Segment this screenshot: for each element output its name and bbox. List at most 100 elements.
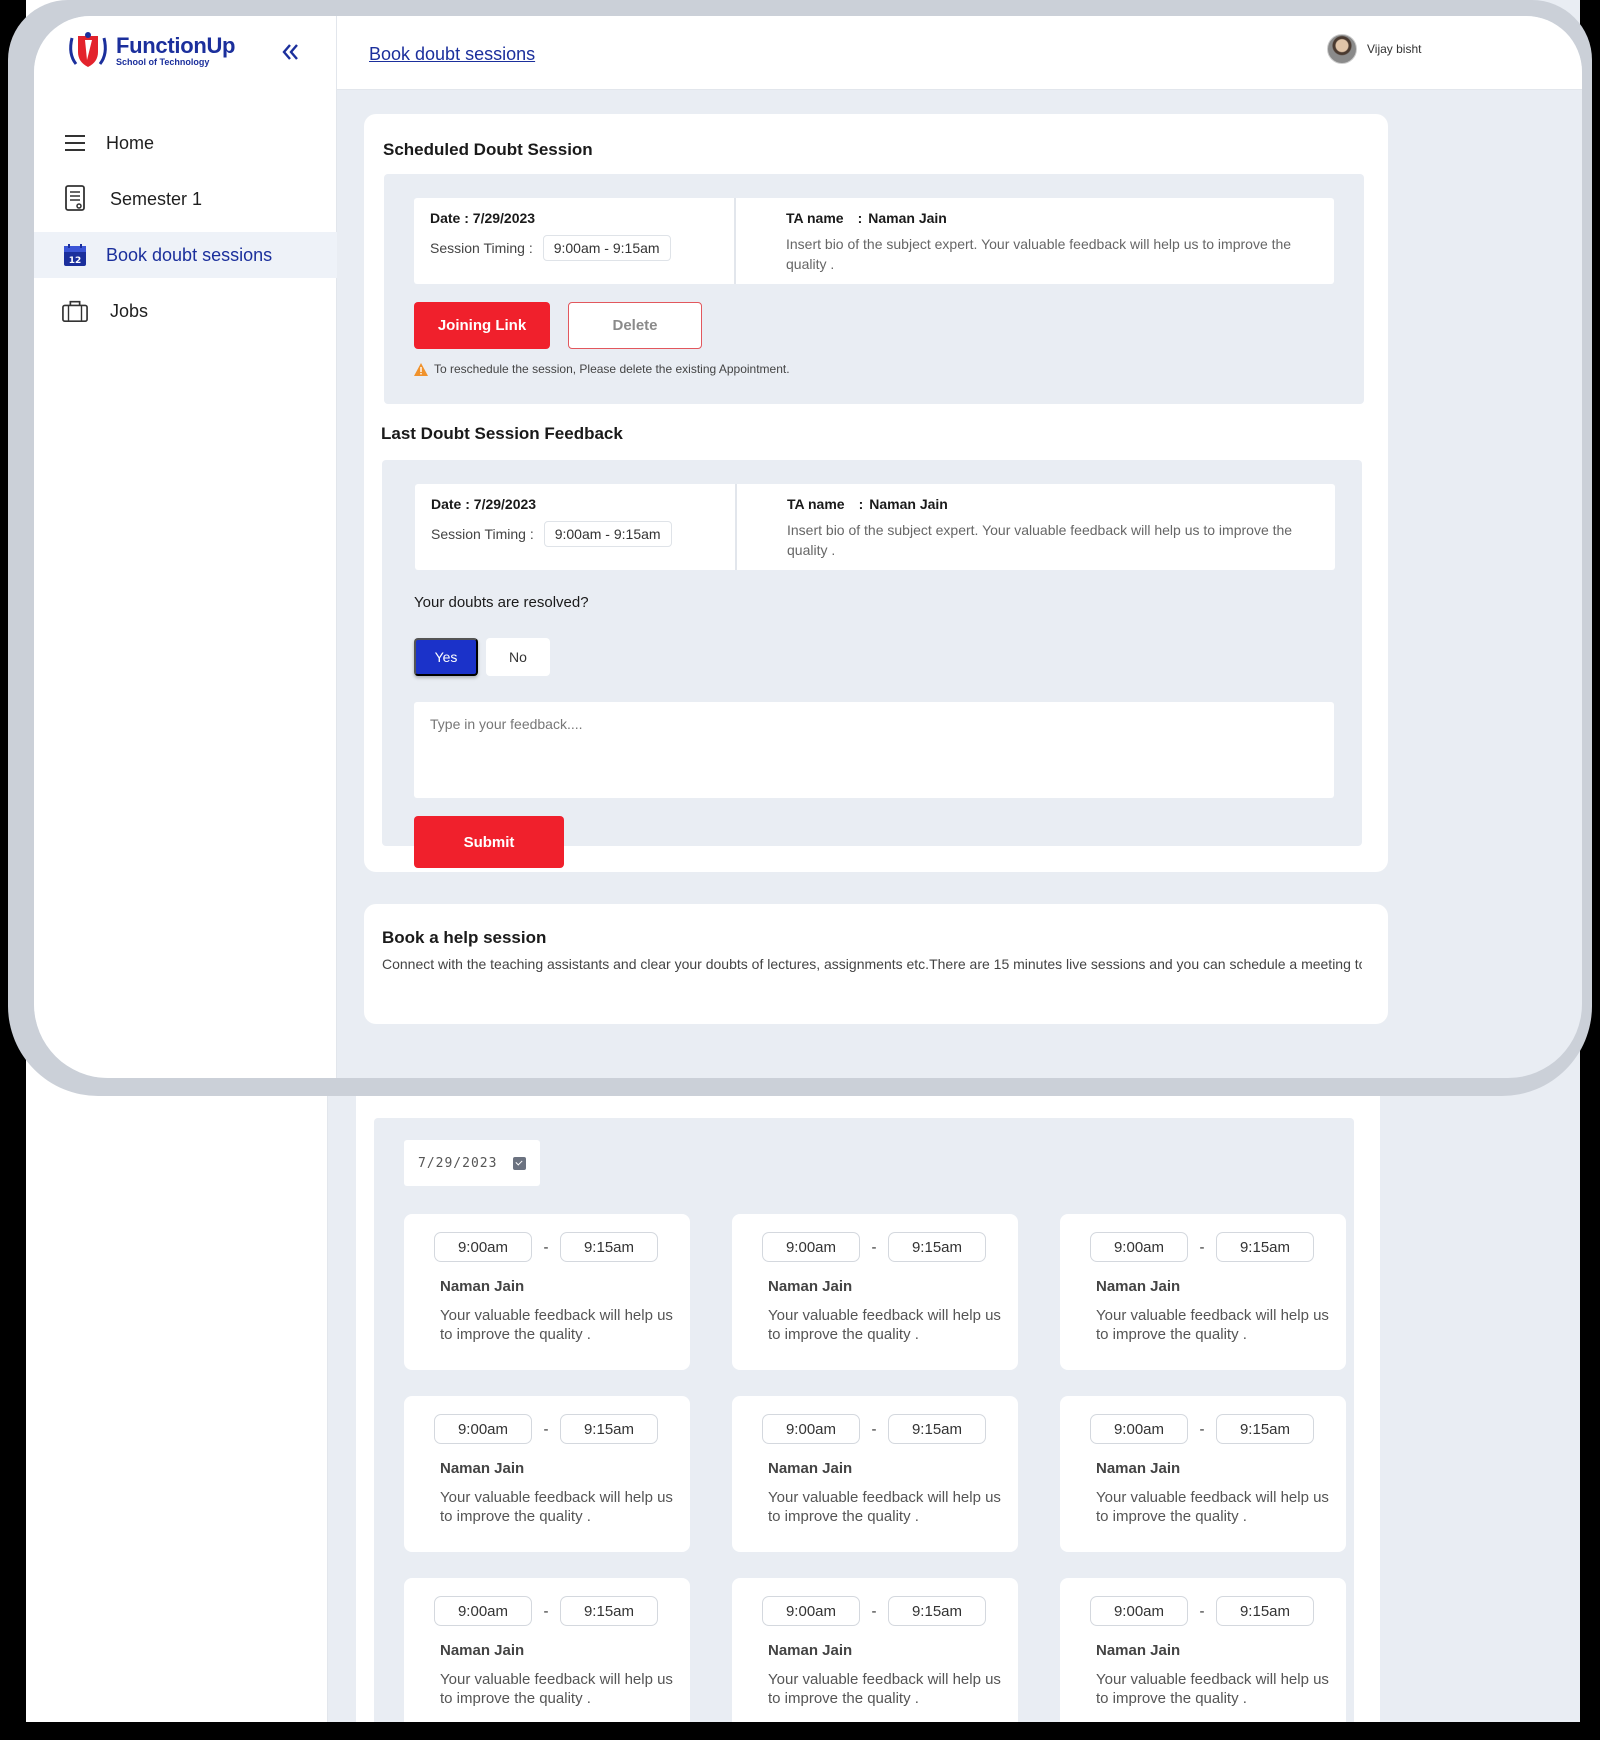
- slot-times: 9:00am -9:15am: [762, 1414, 986, 1444]
- time-slot-card[interactable]: 9:00am -9:15am Naman Jain Your valuable fee…: [732, 1396, 1018, 1552]
- session-date-timing: Date : 7/29/2023 Session Timing : 9:00am…: [415, 484, 737, 570]
- slot-description: Your valuable feedback will help us to i…: [1096, 1489, 1329, 1525]
- slot-ta-name: Naman Jain: [768, 1460, 853, 1477]
- slot-separator: -: [543, 1238, 549, 1256]
- time-slot-card[interactable]: 9:00am -9:15am Naman Jain Your valuable fee…: [404, 1396, 690, 1552]
- time-slot-card[interactable]: 9:00am -9:15am Naman Jain Your valuable fee…: [732, 1214, 1018, 1370]
- menu-icon: [62, 130, 88, 156]
- sessions-card: Scheduled Doubt Session Date : 7/29/2023…: [364, 114, 1388, 872]
- slot-description: Your valuable feedback will help us to i…: [1096, 1307, 1329, 1343]
- scheduled-session-panel: Date : 7/29/2023 Session Timing : 9:00am…: [384, 174, 1364, 404]
- slot-end-time: 9:15am: [1216, 1232, 1314, 1262]
- slot-end-time: 9:15am: [1216, 1596, 1314, 1626]
- collapse-sidebar-button[interactable]: [278, 40, 302, 64]
- feedback-session-info: Date : 7/29/2023 Session Timing : 9:00am…: [415, 484, 1335, 570]
- ta-separator: :: [858, 496, 864, 512]
- help-session-description: Connect with the teaching assistants and…: [382, 956, 1362, 972]
- yes-button[interactable]: Yes: [414, 638, 478, 676]
- brand-text: FunctionUp School of Technology: [116, 35, 236, 68]
- slot-times: 9:00am -9:15am: [1090, 1232, 1314, 1262]
- session-date: Date : 7/29/2023: [431, 496, 537, 512]
- slot-ta-name: Naman Jain: [1096, 1460, 1181, 1477]
- sidebar-item-book-doubt-sessions[interactable]: 12 Book doubt sessions: [34, 232, 337, 278]
- sidebar-item-jobs[interactable]: Jobs: [34, 288, 337, 334]
- slot-ta-name: Naman Jain: [1096, 1278, 1181, 1295]
- ta-name-line: TA name: Naman Jain: [786, 210, 1318, 226]
- session-timing-label: Session Timing :: [430, 240, 533, 256]
- date-picker-value: 7/29/2023: [418, 1155, 498, 1171]
- reschedule-warning: To reschedule the session, Please delete…: [414, 362, 790, 376]
- slot-start-time: 9:00am: [762, 1232, 860, 1262]
- slot-ta-name: Naman Jain: [768, 1642, 853, 1659]
- ta-name-line: TA name: Naman Jain: [787, 496, 1319, 512]
- slot-ta-name: Naman Jain: [768, 1278, 853, 1295]
- brand-tagline: School of Technology: [116, 57, 210, 67]
- session-date: Date : 7/29/2023: [430, 210, 536, 226]
- time-slot-card[interactable]: 9:00am -9:15am Naman Jain Your valuable fee…: [1060, 1396, 1346, 1552]
- ta-bio: Insert bio of the subject expert. Your v…: [786, 236, 1292, 272]
- ta-label: TA name: [786, 210, 844, 226]
- slot-start-time: 9:00am: [434, 1596, 532, 1626]
- no-button[interactable]: No: [486, 638, 550, 676]
- user-name: Vijay bisht: [1367, 42, 1422, 56]
- time-slot-card[interactable]: 9:00am -9:15am Naman Jain Your valuable fee…: [404, 1578, 690, 1722]
- document-icon: [62, 185, 88, 212]
- slot-ta-name: Naman Jain: [440, 1278, 525, 1295]
- tablet-screen: FunctionUp School of Technology Home Sem…: [34, 16, 1582, 1078]
- ta-name: Naman Jain: [868, 210, 947, 226]
- slot-start-time: 9:00am: [1090, 1596, 1188, 1626]
- date-picker[interactable]: 7/29/2023: [404, 1140, 540, 1186]
- time-slot-card[interactable]: 9:00am -9:15am Naman Jain Your valuable fee…: [1060, 1578, 1346, 1722]
- slot-separator: -: [543, 1602, 549, 1620]
- slot-end-time: 9:15am: [888, 1232, 986, 1262]
- delete-button[interactable]: Delete: [568, 302, 702, 349]
- help-slots-panel: 7/29/2023 9:00am -9:15am Naman Jain Your va…: [374, 1118, 1354, 1722]
- warning-icon: [414, 362, 428, 376]
- help-session-title: Book a help session: [382, 928, 547, 947]
- briefcase-icon: [62, 298, 88, 324]
- resolved-question: Your doubts are resolved?: [414, 594, 589, 611]
- time-slot-card[interactable]: 9:00am -9:15am Naman Jain Your valuable fee…: [404, 1214, 690, 1370]
- slot-start-time: 9:00am: [762, 1596, 860, 1626]
- slot-description: Your valuable feedback will help us to i…: [768, 1307, 1001, 1343]
- sidebar-item-label: Jobs: [110, 300, 149, 321]
- slot-times: 9:00am -9:15am: [762, 1232, 986, 1262]
- session-timing: Session Timing : 9:00am - 9:15am: [430, 235, 718, 261]
- slot-ta-name: Naman Jain: [440, 1460, 525, 1477]
- slot-times: 9:00am -9:15am: [762, 1596, 986, 1626]
- slot-description: Your valuable feedback will help us to i…: [440, 1489, 673, 1525]
- sidebar-nav: Home Semester 1 12 Book doubt sessions J…: [34, 120, 337, 344]
- sidebar-item-semester[interactable]: Semester 1: [34, 176, 337, 222]
- feedback-input[interactable]: [414, 702, 1334, 798]
- sidebar: FunctionUp School of Technology Home Sem…: [34, 16, 337, 1078]
- last-feedback-title: Last Doubt Session Feedback: [381, 424, 623, 443]
- ta-separator: :: [857, 210, 863, 226]
- slot-times: 9:00am -9:15am: [1090, 1414, 1314, 1444]
- time-slot-card[interactable]: 9:00am -9:15am Naman Jain Your valuable fee…: [1060, 1214, 1346, 1370]
- slot-ta-name: Naman Jain: [440, 1642, 525, 1659]
- session-date-timing: Date : 7/29/2023 Session Timing : 9:00am…: [414, 198, 736, 284]
- ta-label: TA name: [787, 496, 845, 512]
- ta-info: TA name: Naman Jain Insert bio of the sub…: [736, 198, 1334, 284]
- help-session-card-top: Book a help session Connect with the tea…: [364, 904, 1388, 1024]
- ta-bio: Insert bio of the subject expert. Your v…: [787, 522, 1293, 558]
- svg-text:12: 12: [69, 256, 82, 266]
- submit-button[interactable]: Submit: [414, 816, 564, 868]
- breadcrumb[interactable]: Book doubt sessions: [369, 44, 535, 65]
- time-slot-card[interactable]: 9:00am -9:15am Naman Jain Your valuable fee…: [732, 1578, 1018, 1722]
- tablet-frame: FunctionUp School of Technology Home Sem…: [8, 0, 1592, 1096]
- slot-description: Your valuable feedback will help us to i…: [440, 1307, 673, 1343]
- slot-end-time: 9:15am: [888, 1414, 986, 1444]
- user-menu[interactable]: Vijay bisht: [1327, 34, 1421, 64]
- sidebar-item-home[interactable]: Home: [34, 120, 337, 166]
- slot-separator: -: [543, 1420, 549, 1438]
- brand-logo[interactable]: FunctionUp School of Technology: [66, 30, 236, 72]
- sidebar-item-label: Semester 1: [110, 188, 203, 209]
- slot-description: Your valuable feedback will help us to i…: [768, 1489, 1001, 1525]
- slot-description: Your valuable feedback will help us to i…: [1096, 1671, 1329, 1707]
- scheduled-session-title: Scheduled Doubt Session: [383, 140, 593, 159]
- slot-start-time: 9:00am: [434, 1414, 532, 1444]
- joining-link-button[interactable]: Joining Link: [414, 302, 550, 349]
- slot-separator: -: [1199, 1420, 1205, 1438]
- session-timing-value: 9:00am - 9:15am: [542, 235, 671, 261]
